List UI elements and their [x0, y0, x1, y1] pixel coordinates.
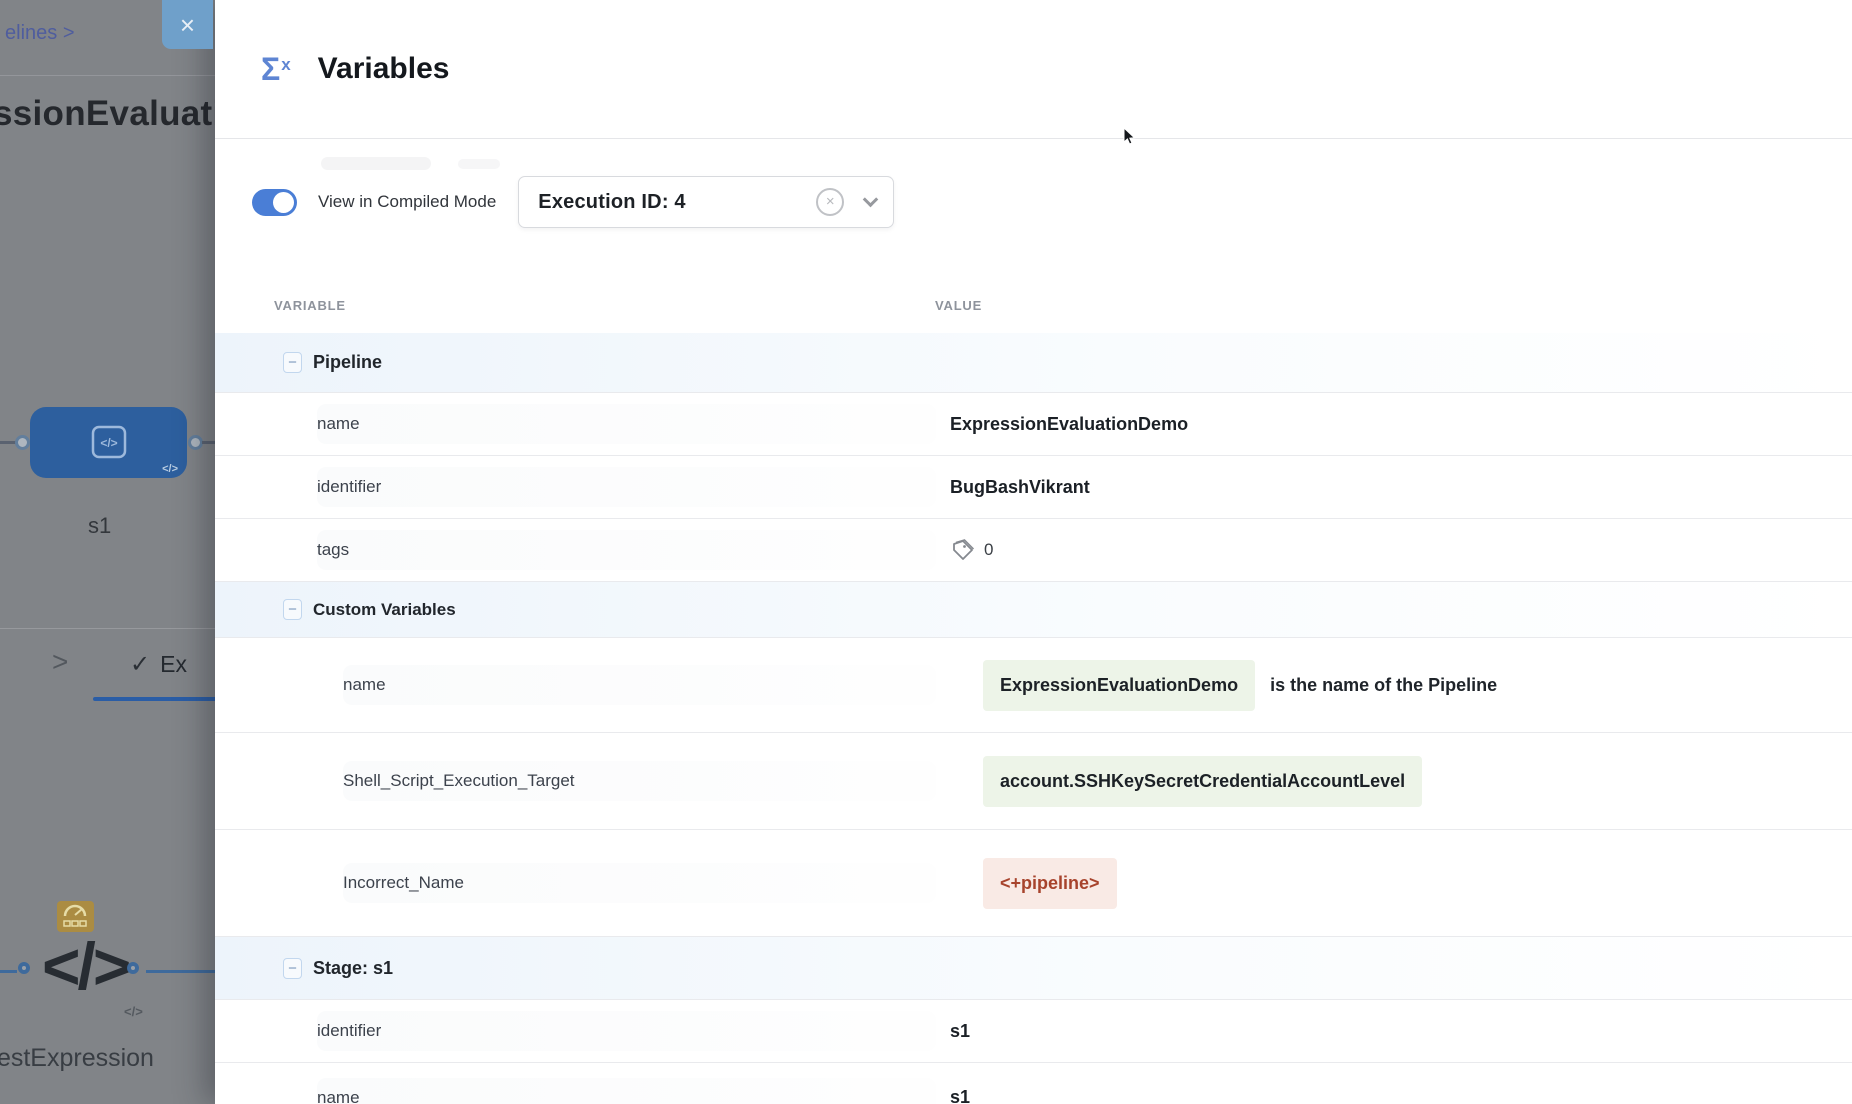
- node-connector-line: [202, 441, 215, 444]
- close-icon: ×: [180, 10, 195, 40]
- label-stripe: tags: [317, 530, 936, 570]
- minus-icon: −: [288, 601, 297, 618]
- variable-value: s1: [950, 1021, 970, 1042]
- script-stage-icon: </>: [91, 425, 127, 464]
- table-row: identifier BugBashVikrant: [215, 456, 1852, 519]
- chevron-down-icon[interactable]: [863, 192, 879, 208]
- breadcrumb[interactable]: elines >: [5, 22, 75, 45]
- collapse-toggle[interactable]: −: [283, 599, 302, 620]
- tabbar-divider: [0, 628, 215, 629]
- column-header-variable: VARIABLE: [274, 298, 935, 313]
- tab-label: Ex: [160, 651, 187, 678]
- panel-title: Variables: [318, 52, 450, 86]
- panel-header: Σx Variables: [215, 0, 1852, 139]
- step-port-right: [127, 962, 139, 974]
- compiled-mode-label: View in Compiled Mode: [318, 192, 496, 212]
- step-name-label: testExpression: [0, 1044, 154, 1073]
- node-port-right: [188, 435, 203, 450]
- skeleton-bar: [321, 157, 431, 170]
- tags-icon: [950, 538, 977, 563]
- variable-name: name: [343, 675, 386, 695]
- variable-value-suffix: is the name of the Pipeline: [1270, 675, 1497, 696]
- table-row: identifier s1: [215, 1000, 1852, 1063]
- clear-selection-icon[interactable]: ×: [816, 188, 844, 216]
- collapse-toggle[interactable]: −: [283, 958, 302, 979]
- shell-script-step-icon[interactable]: </>: [42, 928, 128, 1004]
- variable-name: identifier: [317, 477, 381, 497]
- group-row-stage-s1: − Stage: s1: [215, 937, 1852, 1000]
- table-row: tags 0: [215, 519, 1852, 582]
- label-stripe: identifier: [317, 1011, 936, 1051]
- group-label: Pipeline: [313, 352, 382, 373]
- pipeline-page-title: ssionEvaluati: [0, 94, 215, 134]
- script-badge-icon: </>: [124, 1004, 143, 1019]
- variable-value-error: <+pipeline>: [983, 858, 1117, 909]
- skeleton-bar: [458, 159, 500, 169]
- panel-controls: View in Compiled Mode Execution ID: 4 ×: [252, 176, 1852, 228]
- node-connector-line: [0, 441, 16, 444]
- step-connector-line: [146, 970, 215, 973]
- variable-name: tags: [317, 540, 349, 560]
- variable-name: name: [317, 414, 360, 434]
- variable-name: Incorrect_Name: [343, 873, 464, 893]
- stage-name-label: s1: [88, 513, 111, 539]
- label-stripe: Incorrect_Name: [343, 863, 936, 903]
- chevron-right-icon[interactable]: >: [52, 646, 68, 678]
- variable-value-highlight: account.SSHKeySecretCredentialAccountLev…: [983, 756, 1422, 807]
- group-row-pipeline: − Pipeline: [215, 333, 1852, 393]
- check-icon: ✓: [130, 650, 150, 679]
- variable-value: BugBashVikrant: [950, 477, 1090, 498]
- compiled-mode-toggle[interactable]: [252, 189, 297, 216]
- variable-name: identifier: [317, 1021, 381, 1041]
- script-badge-icon: </>: [162, 463, 178, 475]
- table-row: name ExpressionEvaluationDemo: [215, 393, 1852, 456]
- close-button[interactable]: ×: [162, 0, 213, 49]
- step-port-left: [18, 962, 30, 974]
- mouse-cursor: [1123, 128, 1137, 151]
- screen: elines > ssionEvaluati </> </> s1 > ✓ Ex: [0, 0, 1852, 1104]
- variables-sigma-icon: Σx: [261, 51, 291, 88]
- label-stripe: name: [343, 665, 936, 705]
- toggle-knob: [273, 192, 294, 213]
- execution-id-value: Execution ID: 4: [538, 191, 685, 214]
- table-row: name s1: [215, 1063, 1852, 1104]
- label-stripe: Shell_Script_Execution_Target: [343, 761, 936, 801]
- variable-value-highlight: ExpressionEvaluationDemo: [983, 660, 1255, 711]
- variables-panel: Σx Variables View in Compiled Mode Execu…: [215, 0, 1852, 1104]
- label-stripe: identifier: [317, 467, 936, 507]
- step-connector-line: [0, 970, 17, 973]
- active-tab-underline: [93, 697, 215, 701]
- table-row: Shell_Script_Execution_Target account.SS…: [215, 733, 1852, 830]
- table-header: VARIABLE VALUE: [215, 298, 1852, 333]
- tags-count: 0: [984, 540, 993, 560]
- group-row-custom-variables: − Custom Variables: [215, 582, 1852, 638]
- variable-value: ExpressionEvaluationDemo: [950, 414, 1188, 435]
- group-label: Custom Variables: [313, 600, 456, 620]
- group-label: Stage: s1: [313, 958, 393, 979]
- variable-name: Shell_Script_Execution_Target: [343, 771, 575, 791]
- collapse-toggle[interactable]: −: [283, 352, 302, 373]
- minus-icon: −: [288, 960, 297, 977]
- stage-node[interactable]: </> </>: [30, 407, 187, 478]
- table-row: name ExpressionEvaluationDemo is the nam…: [215, 638, 1852, 733]
- header-divider: [0, 75, 215, 76]
- execution-id-select[interactable]: Execution ID: 4 ×: [518, 176, 894, 228]
- column-header-value: VALUE: [935, 298, 982, 313]
- pipeline-background: elines > ssionEvaluati </> </> s1 > ✓ Ex: [0, 0, 215, 1104]
- minus-icon: −: [288, 354, 297, 371]
- variable-name: name: [317, 1088, 360, 1104]
- label-stripe: name: [317, 404, 936, 444]
- label-stripe: name: [317, 1078, 936, 1104]
- svg-text:</>: </>: [100, 436, 117, 450]
- node-port-left: [15, 435, 30, 450]
- tab-execution[interactable]: ✓ Ex: [130, 650, 187, 679]
- table-row: Incorrect_Name <+pipeline>: [215, 830, 1852, 937]
- variable-value: s1: [950, 1087, 970, 1104]
